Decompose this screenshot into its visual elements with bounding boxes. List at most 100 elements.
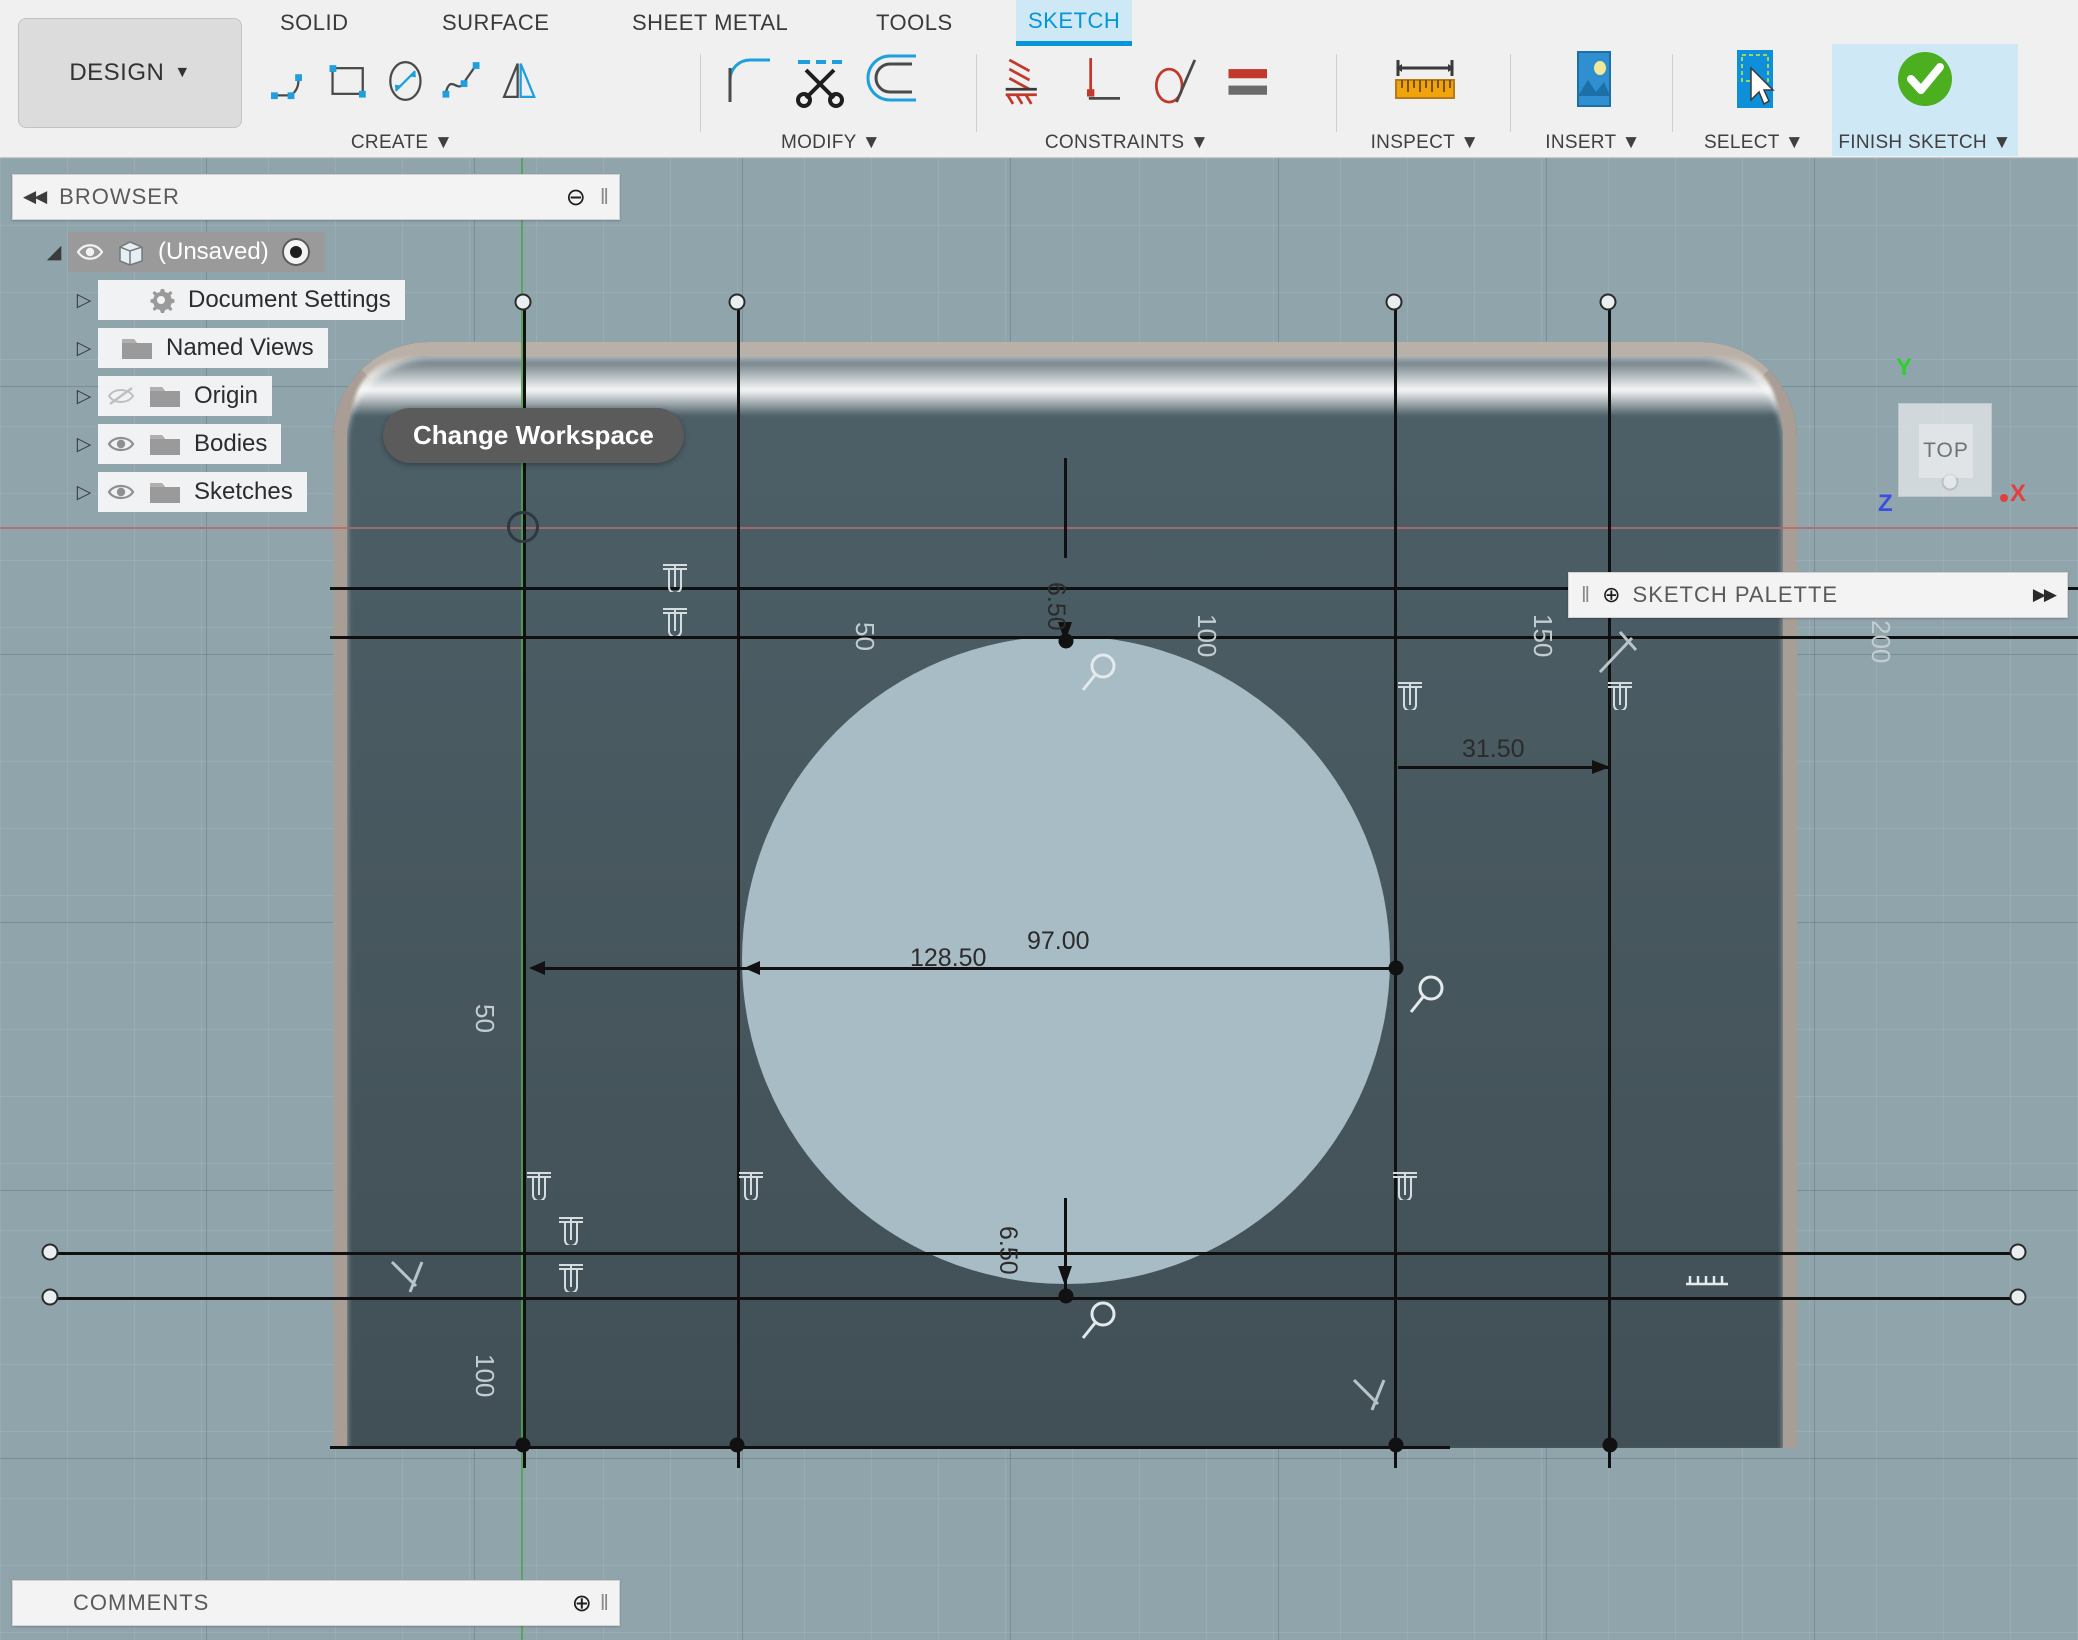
sketch-point[interactable] [1058,633,1074,649]
dimension-handle-icon[interactable] [1078,650,1120,698]
mirror-icon[interactable] [495,50,542,112]
coincident-handle-icon[interactable] [1680,1266,1734,1296]
comments-resize-grip[interactable]: ‖ [600,1590,609,1616]
browser-resize-grip[interactable]: ‖ [600,184,609,210]
tree-chip-unsaved[interactable]: (Unsaved) [68,232,325,272]
finish-sketch-button[interactable]: FINISH SKETCH ▼ [1832,44,2018,156]
sketch-point[interactable] [1599,293,1617,311]
tree-chip-document-settings[interactable]: Document Settings [98,280,405,320]
sketch-vline-4[interactable] [1608,298,1611,1468]
tree-row-named-views[interactable]: ▷ Named Views [40,326,620,370]
tangent-handle-icon[interactable] [1348,1370,1396,1418]
perpendicular-constraint-icon[interactable] [660,604,690,636]
perpendicular-constraint-icon[interactable] [1390,1168,1420,1200]
circle-icon[interactable] [382,50,429,112]
tab-sketch[interactable]: SKETCH [1016,0,1133,46]
sketch-hline-5[interactable] [330,1446,1450,1449]
perpendicular-constraint-icon[interactable] [1076,50,1126,112]
sketch-hline-4[interactable] [44,1297,2024,1300]
sketch-hline-3[interactable] [44,1252,2024,1255]
sketch-point[interactable] [41,1288,59,1306]
sketch-point[interactable] [2009,1288,2027,1306]
sketch-vline-2[interactable] [737,298,740,1468]
perpendicular-constraint-icon[interactable] [660,560,690,592]
dimension-6-50-bottom[interactable]: 6.50 [993,1226,1022,1275]
tab-sheet-metal[interactable]: SHEET METAL [620,0,800,46]
panel-insert-label[interactable]: INSERT ▼ [1516,132,1670,154]
sketch-point[interactable] [1058,1288,1074,1304]
fillet-icon[interactable] [720,50,782,112]
tab-surface[interactable]: SURFACE [430,0,561,46]
tab-tools[interactable]: TOOLS [864,0,965,46]
dimension-6-50-top[interactable]: 6.50 [1041,582,1070,631]
equal-constraint-icon[interactable] [1223,50,1273,112]
tangent-handle-icon[interactable] [386,1252,434,1300]
tree-chip-sketches[interactable]: Sketches [98,472,307,512]
design-workspace-button[interactable]: DESIGN ▼ [18,18,242,128]
circle-profile[interactable] [742,636,1390,1284]
rectangle-icon[interactable] [325,50,372,112]
sketch-point[interactable] [1385,293,1403,311]
eye-icon[interactable] [76,241,104,263]
perpendicular-constraint-icon[interactable] [556,1260,586,1292]
tree-chip-origin[interactable]: Origin [98,376,273,416]
fix-constraint-icon[interactable] [1002,50,1052,112]
trim-scissors-icon[interactable] [792,50,854,112]
sketch-point[interactable] [728,293,746,311]
dimension-31-50[interactable]: 31.50 [1462,735,1525,764]
perpendicular-constraint-icon[interactable] [556,1213,586,1245]
tree-row-document-settings[interactable]: ▷ Document Settings [40,278,620,322]
panel-inspect-label[interactable]: INSPECT ▼ [1342,132,1508,154]
dimension-handle-icon[interactable] [1078,1298,1120,1346]
viewport-canvas[interactable]: 128.50 97.00 31.50 6.50 6.50 50 100 150 … [0,158,2078,1640]
expander-icon[interactable]: ▷ [70,385,98,408]
tangent-constraint-icon[interactable] [1149,50,1199,112]
comments-add-icon[interactable]: ⊕ [572,1589,592,1618]
expander-icon[interactable]: ▷ [70,481,98,504]
sketch-point[interactable] [41,1243,59,1261]
expander-icon[interactable]: ▷ [70,337,98,360]
panel-modify-label[interactable]: MODIFY ▼ [706,132,956,154]
sketch-point[interactable] [515,1437,531,1453]
sketch-vline-3[interactable] [1394,298,1397,1468]
browser-minimize-icon[interactable]: ⊖ [566,183,586,212]
tree-chip-bodies[interactable]: Bodies [98,424,282,464]
expander-icon[interactable]: ▷ [70,433,98,456]
perpendicular-constraint-icon[interactable] [1395,678,1425,710]
perpendicular-constraint-icon[interactable] [736,1168,766,1200]
dimension-128-50[interactable]: 128.50 [910,944,986,973]
sketch-palette-grip[interactable]: ‖ [1581,582,1590,608]
view-cube[interactable]: TOP [1898,403,1992,497]
tree-chip-named-views[interactable]: Named Views [98,328,328,368]
dimension-handle-icon[interactable] [1406,972,1448,1020]
measure-icon[interactable] [1388,50,1462,112]
view-cube-face-top[interactable]: TOP [1919,424,1973,478]
select-cursor-icon[interactable] [1723,46,1785,116]
panel-create-label[interactable]: CREATE ▼ [262,132,542,154]
browser-collapse-icon[interactable]: ◀◀ [23,187,47,207]
expander-icon[interactable]: ◢ [40,241,68,264]
insert-image-icon[interactable] [1562,46,1624,116]
dimension-97-00[interactable]: 97.00 [1027,927,1090,956]
sketch-hline-dim-128[interactable] [740,967,1400,970]
sketch-palette-expand-icon[interactable]: ▶▶ [2033,585,2057,605]
expander-icon[interactable]: ▷ [70,289,98,312]
activate-radio-icon[interactable] [281,237,311,267]
sketch-dim-ext-top[interactable] [1064,458,1067,558]
sketch-point[interactable] [1388,960,1404,976]
sketch-point[interactable] [1602,1437,1618,1453]
line-icon[interactable] [268,50,315,112]
eye-off-icon[interactable] [106,384,136,408]
eye-icon[interactable] [106,480,136,504]
panel-constraints-label[interactable]: CONSTRAINTS ▼ [982,132,1272,154]
tab-solid[interactable]: SOLID [268,0,361,46]
tangent-handle-icon[interactable] [1592,628,1640,684]
tree-row-sketches[interactable]: ▷ Sketches [40,470,620,514]
sketch-point[interactable] [2009,1243,2027,1261]
sketch-point[interactable] [729,1437,745,1453]
perpendicular-constraint-icon[interactable] [524,1168,554,1200]
sketch-point[interactable] [1388,1437,1404,1453]
sketch-palette-pin-icon[interactable]: ⊕ [1602,582,1620,608]
offset-icon[interactable] [864,50,926,112]
eye-icon[interactable] [106,432,136,456]
